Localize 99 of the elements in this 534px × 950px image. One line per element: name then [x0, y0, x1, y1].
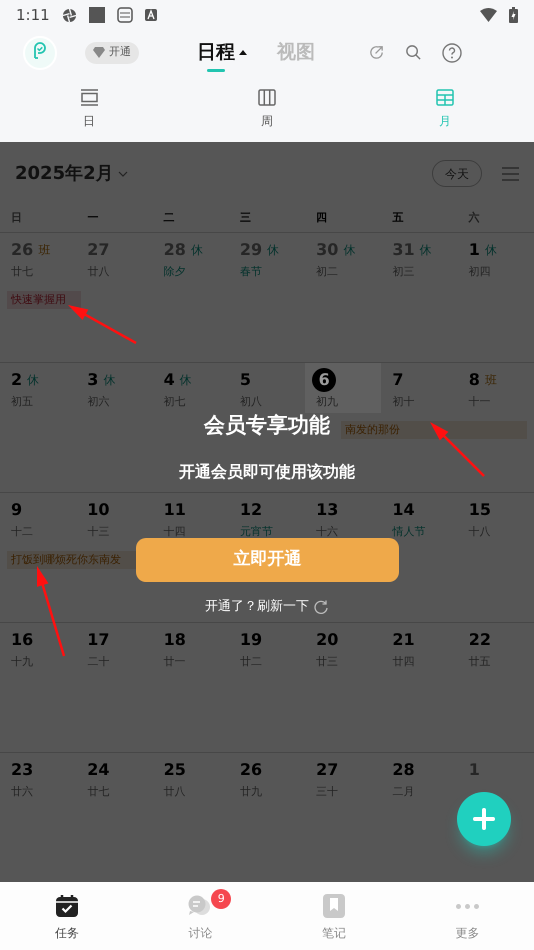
date-number: 2 [11, 369, 22, 391]
refresh-icon[interactable] [313, 598, 329, 615]
caret-icon [239, 50, 247, 56]
date-number: 17 [87, 629, 110, 651]
dialog-title: 会员专享功能 [204, 412, 330, 439]
header-tab[interactable]: 日程 [197, 38, 247, 67]
add-button[interactable] [457, 792, 511, 846]
event-bar[interactable]: 打饭到哪烦死你东南发 [7, 551, 136, 569]
card-icon [116, 7, 133, 23]
chevron-down-icon[interactable] [118, 170, 128, 176]
event-bar[interactable]: 南发的那份 [340, 421, 527, 439]
weekday-label: 二 [164, 210, 175, 226]
date-number: 12 [240, 499, 262, 521]
date-number: 16 [11, 629, 34, 651]
dialog-message: 开通会员即可使用该功能 [179, 461, 355, 483]
weekday-label: 六 [468, 210, 480, 226]
holiday-tag: 休 [103, 371, 116, 389]
today-date-marker: 6 [312, 368, 336, 392]
month-view-icon [436, 89, 454, 106]
more-dots-icon [456, 904, 479, 908]
member-badge[interactable]: 开通 [85, 42, 139, 64]
lunar-date: 元宵节 [240, 524, 274, 540]
date-number: 25 [164, 759, 186, 781]
day-view-icon [80, 89, 98, 106]
holiday-tag: 休 [190, 241, 203, 259]
date-number: 13 [316, 499, 338, 521]
holiday-tag: 休 [484, 241, 497, 259]
month-title[interactable]: 2025年2月 [15, 160, 114, 187]
date-number: 4 [164, 369, 175, 391]
tab-underline [207, 69, 225, 72]
letter-a-icon [144, 9, 157, 21]
holiday-tag: 班 [484, 371, 497, 389]
date-number: 26 [240, 759, 262, 781]
event-bar[interactable]: 快速掌握用 [7, 291, 82, 309]
date-number: 7 [392, 369, 404, 391]
header-tab[interactable]: 视图 [277, 38, 315, 67]
holiday-tag: 休 [420, 241, 432, 259]
lunar-date: 初九 [316, 394, 340, 410]
square-icon [88, 7, 105, 23]
weekday-label: 一 [87, 210, 98, 226]
date-number: 20 [316, 629, 338, 651]
date-number: 19 [240, 629, 262, 651]
holiday-tag: 休 [27, 371, 40, 389]
member-badge-label: 开通 [109, 44, 131, 60]
menu-icon[interactable] [502, 166, 519, 180]
view-tab[interactable]: 月 [436, 89, 454, 142]
refresh-link[interactable]: 开通了？刷新一下 [205, 597, 309, 616]
wifi-icon [480, 8, 497, 22]
unread-badge: 9 [211, 889, 232, 909]
date-number: 14 [392, 499, 415, 521]
holiday-tag: 班 [38, 241, 50, 259]
diamond-icon [93, 47, 105, 58]
nav-tab[interactable]: 笔记 [322, 894, 346, 942]
date-number: 22 [468, 629, 491, 651]
share-icon[interactable] [368, 44, 385, 61]
view-tab[interactable]: 周 [258, 89, 276, 142]
date-number: 3 [87, 369, 98, 391]
date-number: 18 [164, 629, 186, 651]
activate-button[interactable]: 立即开通 [136, 538, 399, 582]
nav-tab[interactable]: 更多 [455, 894, 480, 942]
lunar-date: 春节 [240, 264, 263, 280]
app-logo-icon[interactable] [23, 36, 57, 70]
date-number: 28 [392, 759, 415, 781]
holiday-tag: 休 [343, 241, 356, 259]
search-icon[interactable] [405, 44, 422, 61]
date-number: 9 [11, 499, 22, 521]
weekday-label: 五 [392, 210, 404, 226]
lunar-date: 情人节 [392, 524, 426, 540]
date-number: 23 [11, 759, 34, 781]
weekday-label: 日 [11, 210, 22, 226]
date-number: 15 [468, 499, 491, 521]
help-icon[interactable] [442, 42, 462, 62]
plus-icon [473, 808, 495, 830]
today-button[interactable]: 今天 [432, 160, 482, 187]
weekday-label: 三 [240, 210, 251, 226]
weekday-label: 四 [316, 210, 328, 226]
date-number: 5 [240, 369, 251, 391]
week-view-icon [258, 89, 276, 106]
lunar-date: 除夕 [164, 264, 187, 280]
date-number: 8 [468, 369, 480, 391]
battery-icon [509, 7, 518, 23]
date-number: 1 [468, 239, 480, 261]
date-number: 10 [87, 499, 110, 521]
holiday-tag: 休 [267, 241, 280, 259]
aperture-icon [62, 8, 77, 22]
date-number: 21 [392, 629, 415, 651]
date-number: 24 [87, 759, 110, 781]
view-tab[interactable]: 日 [80, 89, 98, 142]
calendar-check-icon [54, 894, 79, 918]
nav-tab[interactable]: 讨论 [187, 894, 214, 942]
annotation-arrow [430, 422, 485, 477]
date-number: 27 [316, 759, 338, 781]
holiday-tag: 休 [180, 371, 192, 389]
date-number: 11 [164, 499, 186, 521]
bookmark-icon [322, 894, 345, 918]
status-time: 1:11 [16, 4, 50, 26]
annotation-arrow [68, 305, 137, 344]
today-cell[interactable]: 6 初九 [305, 363, 382, 412]
nav-tab[interactable]: 任务 [54, 894, 79, 942]
